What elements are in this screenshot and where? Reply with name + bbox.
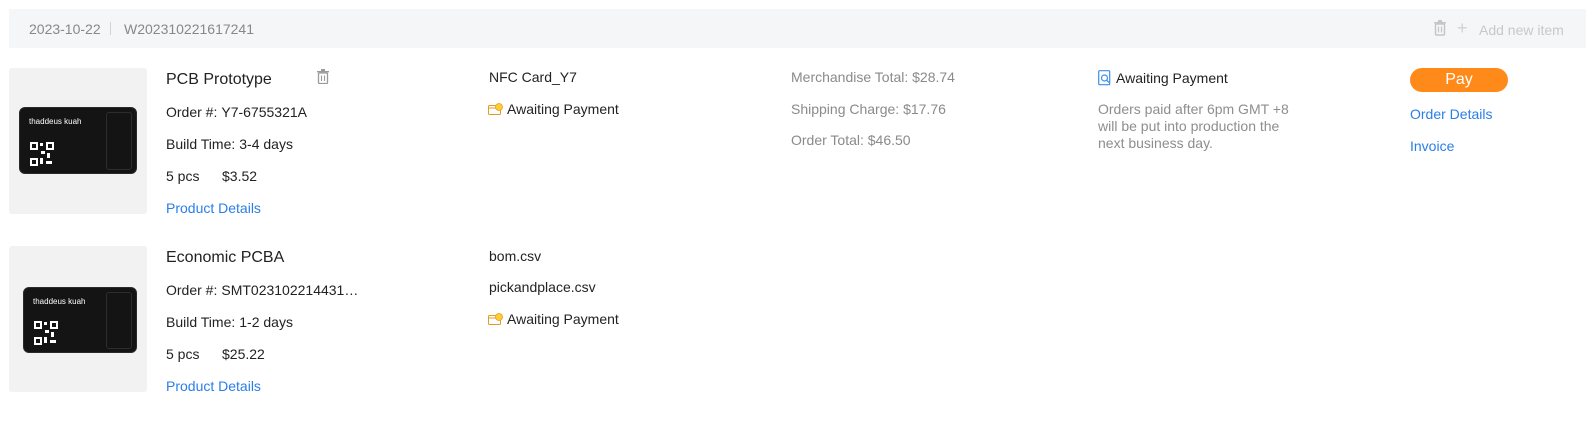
file-status: Awaiting Payment [488, 101, 619, 117]
order-header: 2023-10-22 W202310221617241 + Add new it… [9, 9, 1586, 48]
product-details-link[interactable]: Product Details [166, 378, 261, 394]
nfc-card-image: thaddeus kuah [23, 287, 137, 353]
order-number-line: Order #: SMT023102214431… [166, 282, 358, 298]
file-name[interactable]: NFC Card_Y7 [489, 69, 577, 85]
card-name-text: thaddeus kuah [29, 117, 82, 126]
payment-clock-icon [488, 312, 503, 326]
item-price: $3.52 [222, 168, 258, 184]
build-time-label: Build Time: [166, 136, 236, 152]
add-new-item-link[interactable]: Add new item [1479, 22, 1564, 38]
production-note: Orders paid after 6pm GMT +8 will be put… [1098, 101, 1289, 151]
header-divider [110, 22, 111, 35]
order-date: 2023-10-22 [29, 21, 101, 37]
product-details-link[interactable]: Product Details [166, 200, 261, 216]
trash-icon[interactable] [1433, 20, 1447, 36]
file-status-label: Awaiting Payment [507, 311, 619, 327]
delete-item-icon[interactable] [317, 69, 329, 84]
build-time-value: 1-2 days [239, 314, 293, 330]
file-status-label: Awaiting Payment [507, 101, 619, 117]
merchandise-total: Merchandise Total: $28.74 [791, 69, 955, 85]
pay-button[interactable]: Pay [1410, 68, 1508, 92]
build-time-line: Build Time: 3-4 days [166, 136, 293, 152]
shipping-charge: Shipping Charge: $17.76 [791, 101, 946, 117]
order-number-value: Y7-6755321A [221, 104, 307, 120]
file-name[interactable]: pickandplace.csv [489, 279, 596, 295]
card-name-text: thaddeus kuah [33, 297, 86, 306]
product-thumbnail[interactable]: thaddeus kuah [9, 68, 147, 214]
order-total: Order Total: $46.50 [791, 132, 911, 148]
file-name[interactable]: bom.csv [489, 248, 541, 264]
card-chip-area [106, 112, 132, 170]
card-chip-area [106, 292, 132, 349]
order-number-value: SMT023102214431… [221, 282, 359, 298]
product-thumbnail[interactable]: thaddeus kuah [9, 246, 147, 392]
plus-icon[interactable]: + [1457, 19, 1468, 37]
item-price: $25.22 [222, 346, 265, 362]
nfc-card-image: thaddeus kuah [19, 107, 137, 174]
build-time-line: Build Time: 1-2 days [166, 314, 293, 330]
order-details-link[interactable]: Order Details [1410, 106, 1492, 122]
invoice-link[interactable]: Invoice [1410, 138, 1454, 154]
product-title: Economic PCBA [166, 249, 285, 266]
order-number-label: Order #: [166, 104, 218, 120]
build-time-label: Build Time: [166, 314, 236, 330]
build-time-value: 3-4 days [239, 136, 293, 152]
order-status-label: Awaiting Payment [1116, 70, 1228, 86]
file-status: Awaiting Payment [488, 311, 619, 327]
document-search-icon [1098, 70, 1112, 86]
qr-code-icon [29, 141, 55, 167]
order-number-label: Order #: [166, 282, 218, 298]
quantity: 5 pcs [166, 168, 200, 184]
order-number: W202310221617241 [124, 21, 255, 37]
quantity: 5 pcs [166, 346, 200, 362]
payment-clock-icon [488, 102, 503, 116]
qr-code-icon [33, 320, 59, 346]
order-item-row: thaddeus kuah PCB Prototype Order #: Y7-6… [9, 68, 1586, 218]
order-item-row: thaddeus kuah Economic PCBA Order #: SMT0… [9, 246, 1586, 396]
product-title: PCB Prototype [166, 71, 272, 88]
order-number-line: Order #: Y7-6755321A [166, 104, 307, 120]
order-status: Awaiting Payment [1098, 70, 1228, 86]
